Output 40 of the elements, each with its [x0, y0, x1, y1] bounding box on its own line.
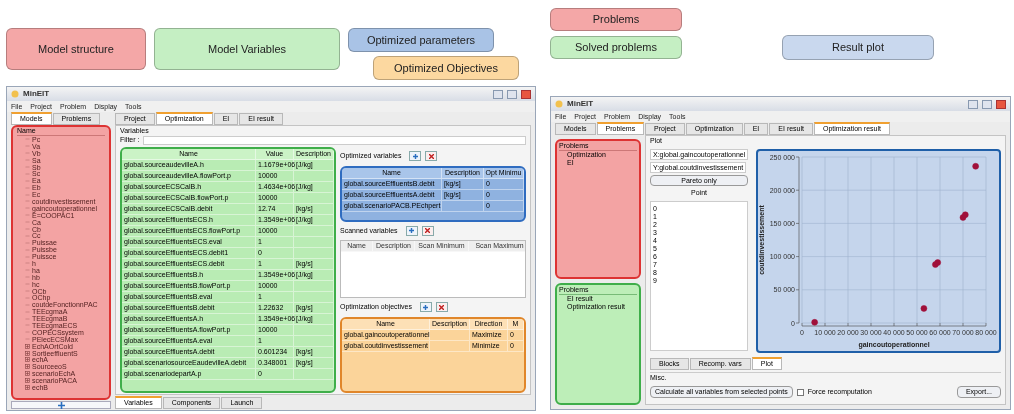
app-icon	[555, 100, 563, 108]
callout-label: Solved problems	[550, 36, 682, 59]
app-icon	[11, 90, 19, 98]
remove-button[interactable]	[425, 151, 438, 162]
plus-icon	[57, 401, 65, 409]
checkbox[interactable]	[796, 388, 804, 396]
add-button[interactable]	[409, 151, 422, 162]
minimize-button[interactable]	[493, 89, 503, 99]
expand-icon[interactable]	[25, 371, 30, 377]
window-title: MinEIT	[23, 88, 50, 100]
close-icon	[439, 304, 445, 310]
expand-icon[interactable]	[25, 385, 30, 390]
add-button[interactable]	[405, 225, 418, 236]
minimize-button[interactable]	[968, 99, 978, 109]
expand-icon[interactable]	[25, 378, 30, 384]
add-button[interactable]	[420, 302, 432, 313]
close-button[interactable]	[996, 99, 1006, 109]
plus-icon	[423, 304, 429, 310]
remove-button[interactable]	[421, 225, 434, 236]
callout-label: Result plot	[782, 35, 934, 60]
maximize-button[interactable]	[982, 99, 992, 109]
expand-icon[interactable]	[25, 364, 30, 370]
remove-button[interactable]	[436, 302, 448, 313]
plus-icon	[409, 228, 415, 234]
callout-label: Model Variables	[154, 28, 340, 70]
close-button[interactable]	[521, 89, 531, 99]
expand-icon[interactable]	[25, 343, 30, 349]
callout-label: Model structure	[6, 28, 146, 70]
close-icon	[425, 228, 431, 234]
window-title: MinEIT	[567, 98, 594, 110]
filter-field[interactable]	[143, 136, 526, 145]
expand-icon[interactable]	[25, 357, 30, 363]
callout-label: Optimized Objectives	[373, 56, 519, 80]
close-icon	[428, 153, 434, 159]
plus-icon	[412, 153, 418, 159]
add-model-button[interactable]	[11, 401, 111, 409]
maximize-button[interactable]	[507, 89, 517, 99]
expand-icon[interactable]	[25, 350, 30, 356]
callout-label: Optimized parameters	[348, 28, 494, 52]
callout-label: Problems	[550, 8, 682, 31]
